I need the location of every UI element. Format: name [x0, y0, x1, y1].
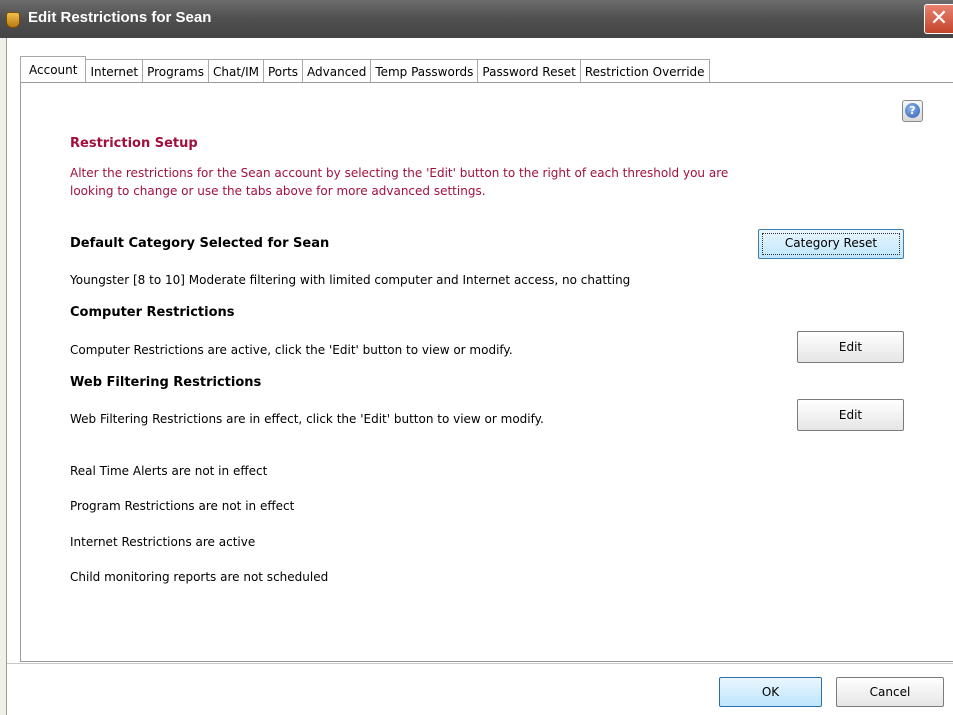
window-title: Edit Restrictions for Sean — [28, 9, 212, 26]
tab-restriction-override[interactable]: Restriction Override — [580, 59, 710, 83]
window-left-border — [0, 38, 7, 715]
default-category-description: Youngster [8 to 10] Moderate filtering w… — [70, 273, 631, 287]
title-bar: Edit Restrictions for Sean ✕ — [0, 0, 953, 38]
alerts-status: Real Time Alerts are not in effect — [70, 464, 268, 478]
web-filtering-heading: Web Filtering Restrictions — [70, 375, 262, 390]
tab-account[interactable]: Account — [20, 56, 87, 83]
tab-strip: Account Internet Programs Chat/IM Ports … — [20, 56, 710, 83]
tab-chat-im[interactable]: Chat/IM — [209, 59, 264, 83]
tab-temp-passwords[interactable]: Temp Passwords — [371, 59, 479, 83]
restriction-setup-heading: Restriction Setup — [70, 136, 198, 151]
internet-restrictions-status: Internet Restrictions are active — [70, 535, 256, 549]
help-button[interactable]: ? — [902, 100, 923, 122]
computer-restrictions-status: Computer Restrictions are active, click … — [70, 343, 513, 357]
footer-divider — [7, 663, 953, 664]
tab-programs[interactable]: Programs — [143, 59, 209, 83]
program-restrictions-status: Program Restrictions are not in effect — [70, 499, 295, 513]
web-edit-button[interactable]: Edit — [797, 399, 904, 431]
ok-button[interactable]: OK — [719, 677, 822, 707]
tab-password-reset[interactable]: Password Reset — [478, 59, 581, 83]
computer-restrictions-heading: Computer Restrictions — [70, 305, 235, 320]
category-reset-button[interactable]: Category Reset — [758, 229, 904, 259]
tab-internet[interactable]: Internet — [86, 59, 144, 83]
focus-ring — [762, 233, 900, 255]
tab-advanced[interactable]: Advanced — [303, 59, 372, 83]
setup-description-line2: looking to change or use the tabs above … — [70, 184, 486, 198]
computer-edit-button[interactable]: Edit — [797, 331, 904, 363]
close-button[interactable]: ✕ — [924, 4, 953, 34]
help-icon: ? — [905, 103, 920, 118]
reports-status: Child monitoring reports are not schedul… — [70, 570, 329, 584]
default-category-heading: Default Category Selected for Sean — [70, 236, 330, 251]
shield-icon — [6, 12, 20, 28]
cancel-button[interactable]: Cancel — [836, 677, 944, 707]
web-filtering-status: Web Filtering Restrictions are in effect… — [70, 412, 544, 426]
tab-ports[interactable]: Ports — [263, 59, 304, 83]
setup-description-line1: Alter the restrictions for the Sean acco… — [70, 166, 729, 180]
